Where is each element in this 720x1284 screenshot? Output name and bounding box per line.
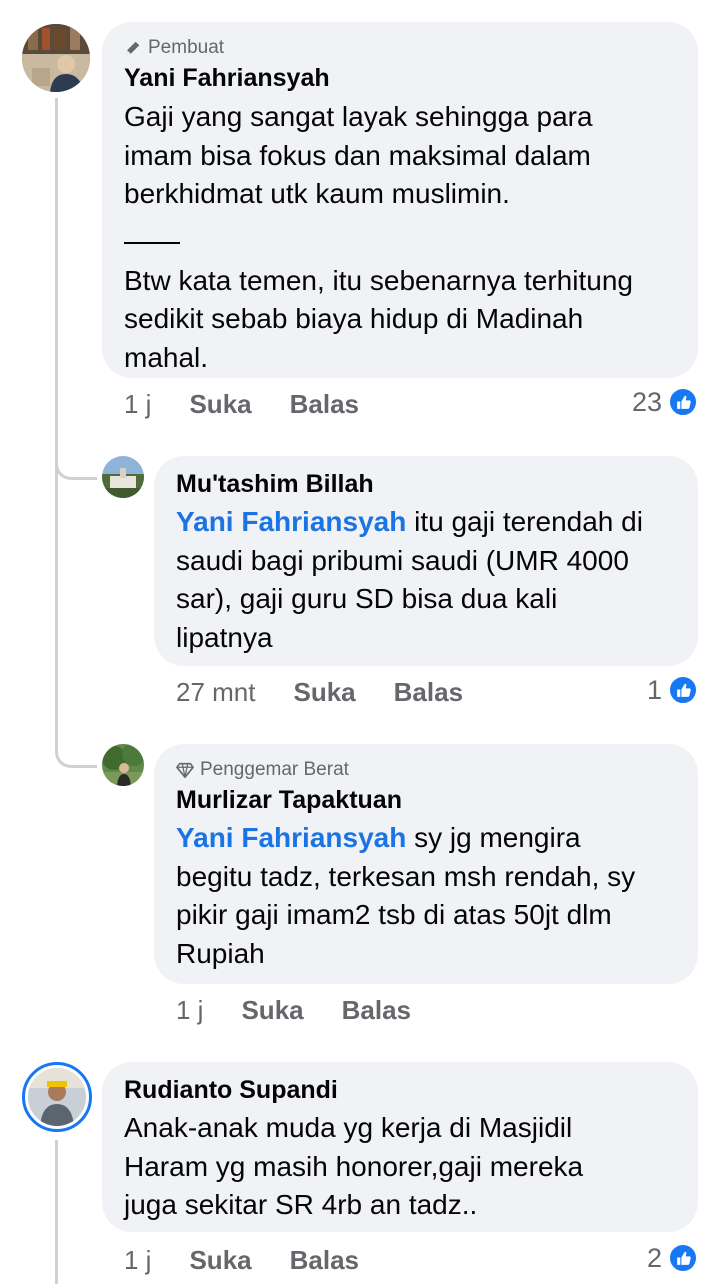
- comment-text: Yani Fahriansyah sy jg mengira begitu ta…: [176, 819, 676, 973]
- author-name[interactable]: Yani Fahriansyah: [124, 62, 676, 94]
- reaction-count[interactable]: 1: [647, 674, 698, 706]
- comment-text: Anak-anak muda yg kerja di Masjidil Hara…: [124, 1109, 676, 1225]
- pencil-icon: [126, 41, 140, 55]
- text-line: pikir gaji imam2 tsb di atas 50jt dlm: [176, 899, 612, 930]
- thread-line: [55, 98, 58, 748]
- text-line: Haram yg masih honorer,gaji mereka: [124, 1150, 584, 1182]
- comment-bubble[interactable]: Rudianto Supandi Anak-anak muda yg kerja…: [102, 1062, 698, 1232]
- like-button[interactable]: Suka: [294, 676, 356, 708]
- reply-button[interactable]: Balas: [342, 994, 411, 1026]
- text-line: imam bisa fokus dan maksimal dalam: [124, 139, 591, 171]
- text-line: mahal.: [124, 341, 209, 373]
- divider: [124, 241, 180, 244]
- text-span: itu gaji terendah di: [406, 506, 643, 537]
- author-name[interactable]: Murlizar Tapaktuan: [176, 784, 676, 816]
- text-line: Anak-anak muda yg kerja di Masjidil: [124, 1112, 573, 1143]
- text-line: berkhidmat utk kaum muslimin.: [124, 178, 510, 209]
- text-line: lipatnya: [176, 621, 273, 653]
- comment-text: Gaji yang sangat layak sehingga para ima…: [124, 98, 676, 377]
- comment-bubble[interactable]: Pembuat Yani Fahriansyah Gaji yang sanga…: [102, 22, 698, 378]
- badge-label: Penggemar Berat: [200, 759, 349, 780]
- reply-button[interactable]: Balas: [290, 388, 359, 420]
- text-line: Btw kata temen, itu sebenarnya terhitung: [124, 264, 633, 296]
- comment-text: Yani Fahriansyah itu gaji terendah di sa…: [176, 503, 676, 657]
- text-line: Rupiah: [176, 937, 265, 969]
- reply-bubble[interactable]: Mu'tashim Billah Yani Fahriansyah itu ga…: [154, 456, 698, 666]
- reaction-number: 2: [646, 1242, 662, 1273]
- like-icon: [668, 387, 698, 417]
- comment-actions: 1 j Suka Balas: [176, 994, 449, 1026]
- text-line: juga sekitar SR 4rb an tadz..: [124, 1189, 478, 1220]
- mention-link[interactable]: Yani Fahriansyah: [176, 822, 406, 853]
- text-span: sy jg mengira: [406, 822, 581, 853]
- like-button[interactable]: Suka: [189, 1244, 251, 1276]
- comment-actions: 1 j Suka Balas: [124, 1244, 397, 1276]
- avatar[interactable]: [22, 24, 90, 92]
- author-badge: Penggemar Berat: [176, 758, 676, 782]
- timestamp[interactable]: 1 j: [124, 1244, 151, 1276]
- author-badge: Pembuat: [124, 36, 676, 60]
- like-icon: [668, 675, 698, 705]
- comment-actions: 27 mnt Suka Balas: [176, 676, 501, 708]
- author-name[interactable]: Mu'tashim Billah: [176, 468, 676, 500]
- timestamp[interactable]: 1 j: [124, 388, 151, 420]
- text-line: begitu tadz, terkesan msh rendah, sy: [176, 860, 636, 892]
- reaction-number: 23: [631, 386, 662, 417]
- thread-connector: [55, 728, 97, 768]
- reply-button[interactable]: Balas: [394, 676, 463, 708]
- thread-connector: [55, 440, 97, 480]
- text-line: sedikit sebab biaya hidup di Madinah: [124, 303, 584, 334]
- avatar[interactable]: [22, 1062, 92, 1132]
- reply-bubble[interactable]: Penggemar Berat Murlizar Tapaktuan Yani …: [154, 744, 698, 984]
- thread-line: [55, 1140, 58, 1284]
- reaction-count[interactable]: 23: [632, 386, 698, 418]
- reply-button[interactable]: Balas: [290, 1244, 359, 1276]
- avatar[interactable]: [102, 744, 144, 786]
- timestamp[interactable]: 1 j: [176, 994, 203, 1026]
- badge-label: Pembuat: [148, 37, 225, 58]
- like-button[interactable]: Suka: [189, 388, 251, 420]
- reaction-count[interactable]: 2: [647, 1242, 698, 1274]
- avatar[interactable]: [102, 456, 144, 498]
- text-line: Gaji yang sangat layak sehingga para: [124, 101, 593, 132]
- diamond-icon: [176, 762, 194, 779]
- reaction-number: 1: [646, 674, 662, 705]
- text-line: saudi bagi pribumi saudi (UMR 4000: [176, 544, 629, 576]
- timestamp[interactable]: 27 mnt: [176, 676, 256, 708]
- text-line: sar), gaji guru SD bisa dua kali: [176, 583, 558, 614]
- comment-actions: 1 j Suka Balas: [124, 388, 397, 420]
- author-name[interactable]: Rudianto Supandi: [124, 1074, 676, 1106]
- like-icon: [668, 1243, 698, 1273]
- like-button[interactable]: Suka: [241, 994, 303, 1026]
- mention-link[interactable]: Yani Fahriansyah: [176, 506, 406, 537]
